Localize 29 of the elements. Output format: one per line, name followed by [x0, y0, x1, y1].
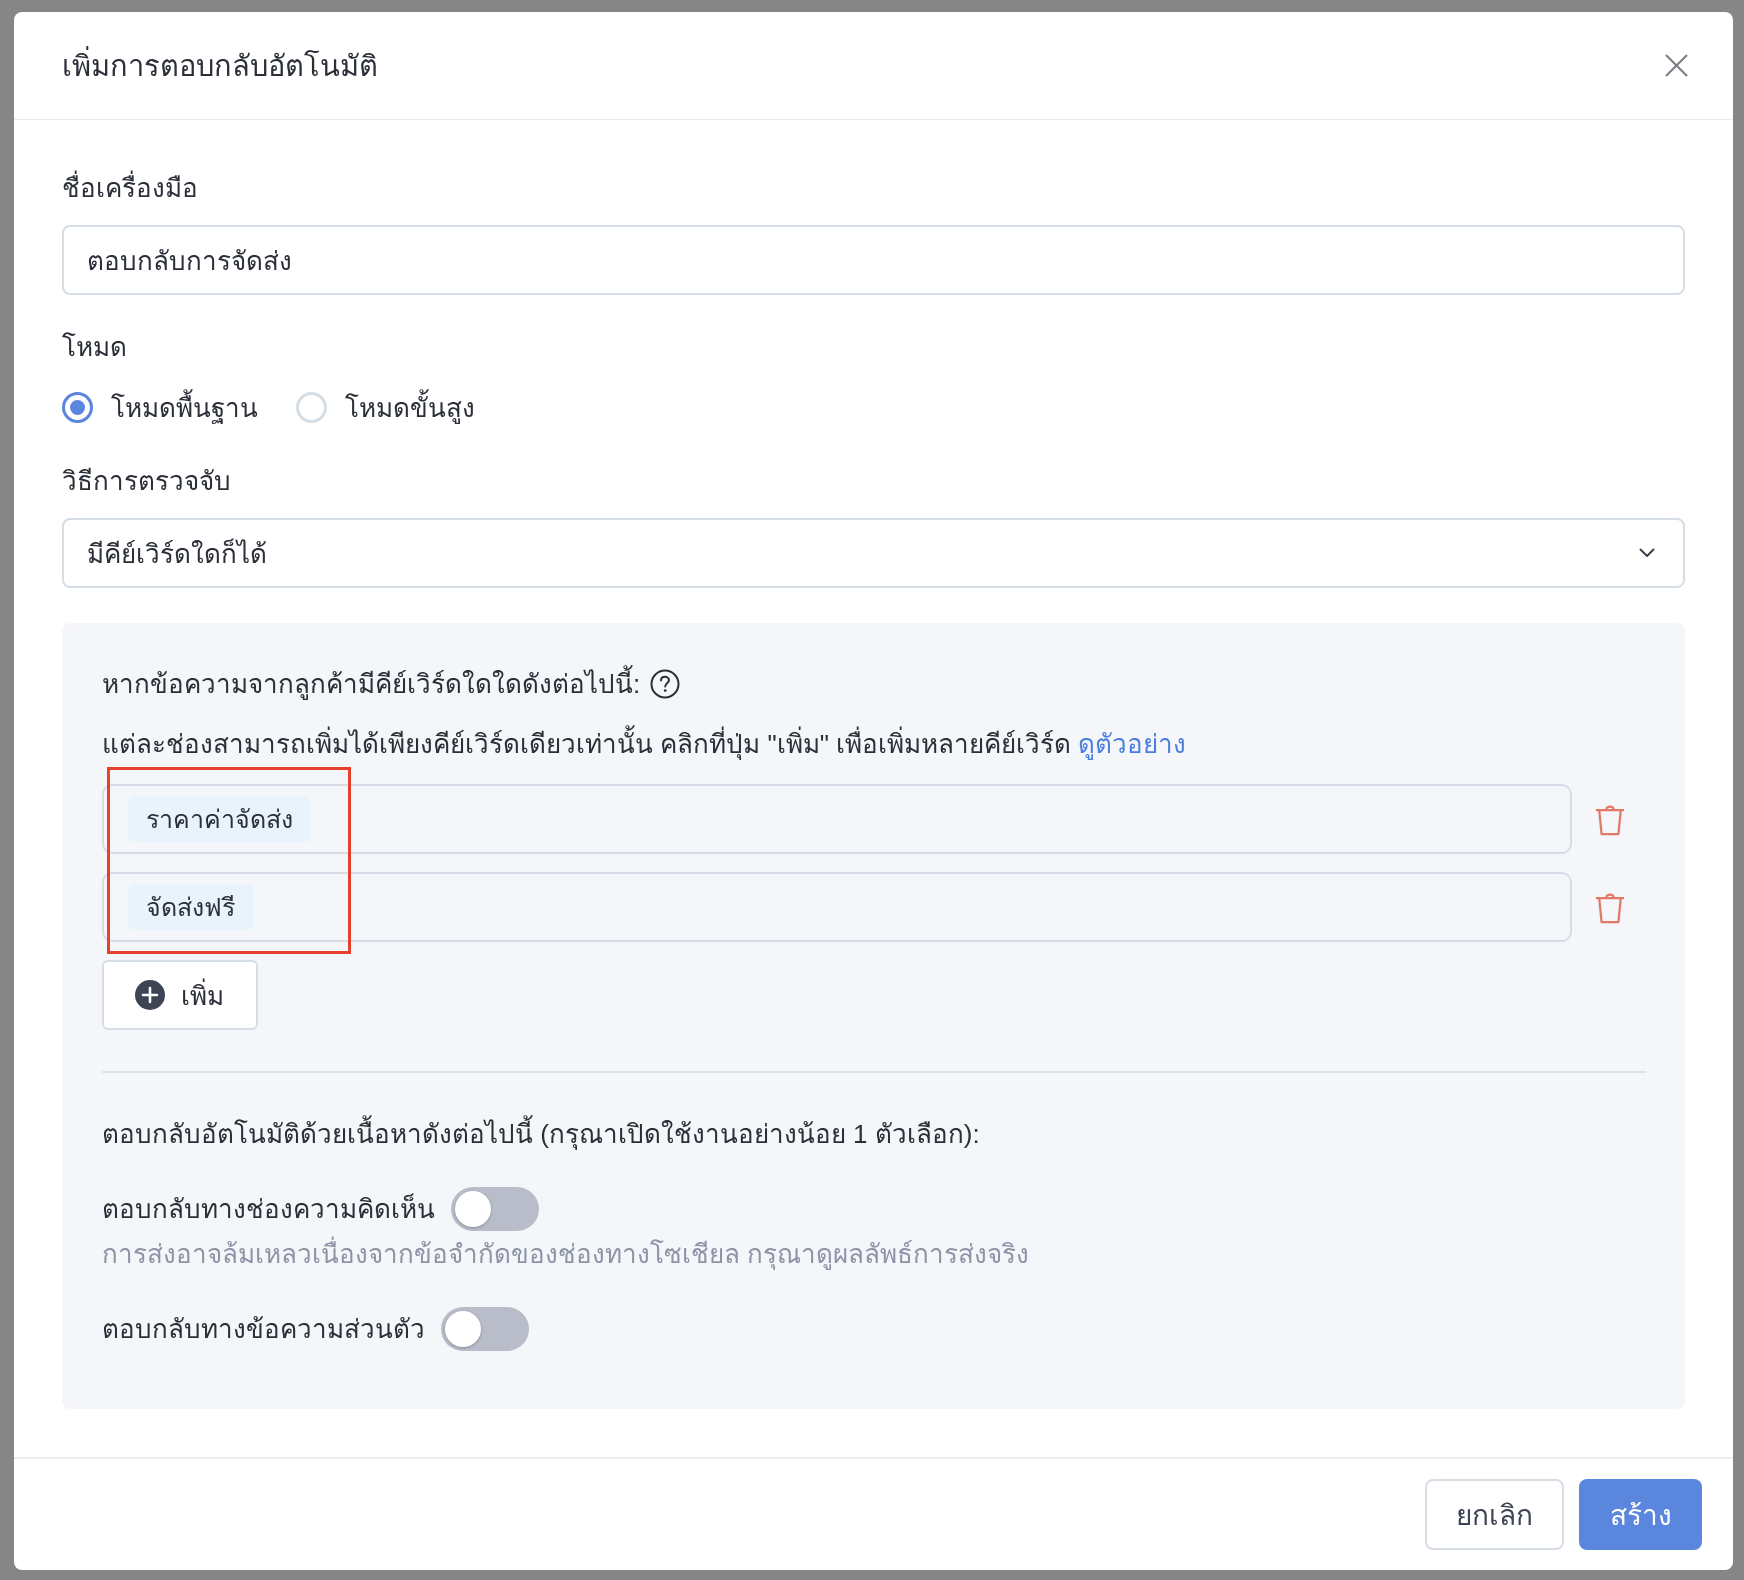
- keyword-field[interactable]: ราคาค่าจัดส่ง: [102, 784, 1572, 854]
- radio-button[interactable]: [62, 391, 93, 423]
- keyword-tag: จัดส่งฟรี: [128, 884, 253, 930]
- field-label: โหมด: [62, 331, 127, 364]
- keyword-field[interactable]: จัดส่งฟรี: [102, 872, 1572, 942]
- footer-button[interactable]: สร้าง: [1579, 1479, 1702, 1550]
- add-button[interactable]: เพิ่ม: [102, 960, 258, 1030]
- dropdown-field[interactable]: มีคีย์เวิร์ดใดก็ได้: [62, 518, 1685, 588]
- keyword-tag: ราคาค่าจัดส่ง: [128, 796, 311, 842]
- option-label: ตอบกลับทางข้อความส่วนตัว: [102, 1313, 425, 1346]
- field-label: ชื่อเครื่องมือ: [62, 169, 198, 207]
- help-text: การส่งอาจล้มเหลวเนื่องจากข้อจำกัดของช่องทางโซเชียล กรุณาดูผลลัพธ์การส่งจริง: [102, 1235, 1030, 1273]
- radio-label[interactable]: โหมดขั้นสูง: [345, 386, 475, 428]
- plus-circle-icon: [135, 980, 165, 1010]
- section-heading: ตอบกลับอัตโนมัติด้วยเนื้อหาดังต่อไปนี้ (กรุณาเปิดใช้งานอย่างน้อย 1 ตัวเลือก):: [102, 1115, 980, 1153]
- instruction-text: แต่ละช่องสามารถเพิ่มได้เพียงคีย์เวิร์ดเดียวเท่านั้น คลิกที่ปุ่ม "เพิ่ม" เพื่อเพิ่มหลายคีย์เวิร์ด ดูตัวอย่าง: [102, 725, 1187, 763]
- toggle-switch[interactable]: [451, 1187, 539, 1231]
- dialog-title: เพิ่มการตอบกลับอัตโนมัติ: [62, 42, 378, 89]
- help-icon[interactable]: [650, 669, 681, 699]
- example-link[interactable]: ดูตัวอย่าง: [1078, 729, 1187, 759]
- text-input[interactable]: ตอบกลับการจัดส่ง: [62, 225, 1685, 295]
- toggle-switch[interactable]: [441, 1307, 529, 1351]
- footer-button[interactable]: ยกเลิก: [1425, 1479, 1564, 1550]
- section-heading: หากข้อความจากลูกค้ามีคีย์เวิร์ดใดใดดังต่อไปนี้:: [102, 665, 641, 703]
- radio-label[interactable]: โหมดพื้นฐาน: [111, 386, 258, 428]
- close-icon[interactable]: [1665, 54, 1688, 77]
- option-label: ตอบกลับทางช่องความคิดเห็น: [102, 1192, 435, 1226]
- chevron-down-icon: [1639, 548, 1655, 558]
- field-label: วิธีการตรวจจับ: [62, 465, 231, 498]
